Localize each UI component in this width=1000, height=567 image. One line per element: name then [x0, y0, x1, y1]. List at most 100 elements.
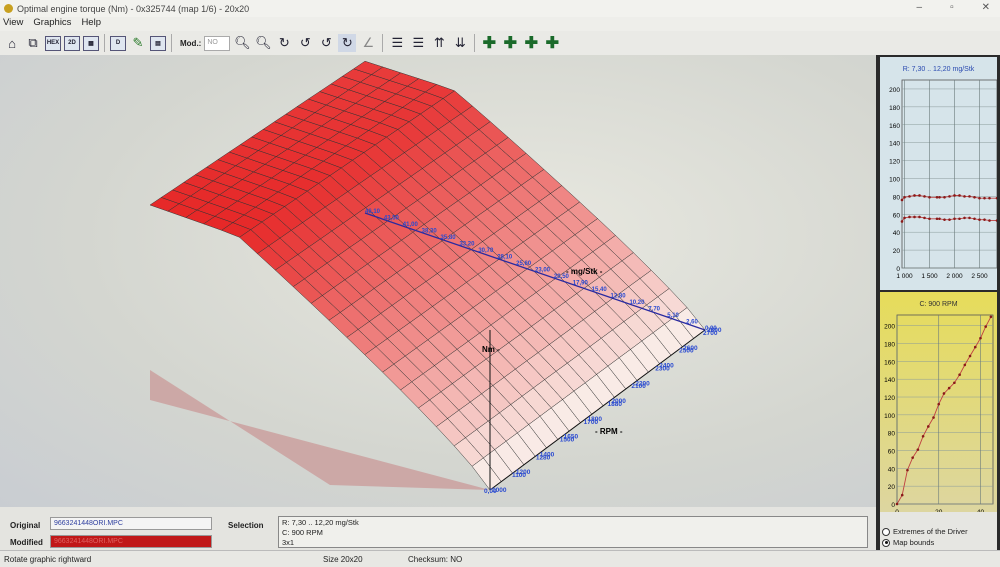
data-point [968, 354, 972, 358]
windows-icon[interactable]: ⧉ [24, 34, 42, 52]
data-point [995, 219, 999, 222]
data-point [968, 216, 971, 220]
divider [474, 34, 476, 52]
add-col-icon[interactable]: ✚ [522, 34, 540, 52]
rows-down-icon[interactable]: ☰ [409, 34, 427, 52]
3d-surface[interactable]: Nm - - mg/Stk - - RPM - 1000110012001280… [0, 55, 876, 507]
rotate-right-icon[interactable]: ↻ [338, 34, 357, 52]
radio-map-bounds[interactable]: Map bounds [882, 537, 997, 548]
y-tick-label: 140 [884, 377, 895, 384]
add-cell-icon[interactable]: ✚ [543, 34, 561, 52]
data-point [942, 392, 946, 395]
data-point [900, 198, 904, 202]
data-point [978, 196, 981, 200]
load-tick-label: 23,00 [535, 268, 551, 274]
data-point [953, 194, 956, 197]
2d-button[interactable]: 2D [64, 35, 80, 51]
radio-circle[interactable] [882, 527, 890, 536]
radio-label: Map bounds [893, 538, 935, 547]
pen-icon[interactable]: ✎ [129, 34, 147, 52]
data-point [927, 425, 930, 428]
load-tick-label: 7,70 [648, 307, 660, 313]
rpm-tick-label: 2200 [635, 380, 650, 387]
selection-label: Selection [228, 521, 264, 530]
data-point [900, 220, 904, 223]
column-chart: C: 900 RPM020406080100120140160180200020… [880, 292, 997, 516]
menu-bar: View Graphics Help [0, 17, 1000, 31]
data-point [918, 215, 921, 219]
data-point [906, 468, 909, 472]
3d-view-button[interactable]: ▦ [83, 35, 99, 51]
load-tick-label: 0,00 [705, 326, 717, 332]
data-point [963, 363, 967, 367]
menu-graphics[interactable]: Graphics [33, 17, 71, 31]
x-tick-label: 1 500 [921, 273, 938, 280]
bounds-options: Extremes of the Driver Map bounds [880, 512, 997, 550]
d-button[interactable]: D [110, 35, 126, 51]
hex-button[interactable]: HEX [45, 35, 61, 51]
minimize-button[interactable]: – [917, 2, 923, 13]
cols-up-icon[interactable]: ⇈ [430, 34, 448, 52]
add-row-icon[interactable]: ✚ [501, 34, 519, 52]
origin-label: 0,00 [484, 488, 497, 495]
data-point [958, 217, 961, 221]
data-point [903, 216, 906, 220]
radio-extremes[interactable]: Extremes of the Driver [882, 526, 997, 537]
load-tick-label: 41,00 [403, 222, 419, 228]
divider [104, 34, 105, 52]
data-point [911, 456, 914, 459]
load-axis-label: - mg/Stk - [566, 267, 603, 276]
status-checksum: Checksum: NO [408, 555, 463, 564]
y-tick-label: 160 [889, 123, 900, 130]
zoom-out-icon[interactable]: 🔍︎ [233, 34, 251, 52]
y-tick-label: 0 [896, 266, 900, 273]
original-file-field[interactable]: 9663241448ORI.MPC [50, 517, 212, 530]
torque-axis-label: Nm - [482, 345, 500, 354]
data-point [983, 196, 986, 200]
load-tick-label: 28,10 [497, 255, 513, 261]
divider [382, 34, 384, 52]
zoom-in-icon[interactable]: 🔍︎ [254, 34, 272, 52]
data-point [973, 217, 976, 221]
data-point [988, 196, 991, 200]
data-point [963, 195, 966, 198]
radio-circle[interactable] [882, 538, 890, 547]
x-tick-label: 1 000 [896, 273, 913, 280]
close-button[interactable]: ✕ [982, 2, 990, 13]
data-point [908, 215, 911, 219]
title-bar: Optimal engine torque (Nm) - 0x325744 (m… [0, 0, 1000, 17]
cols-down-icon[interactable]: ⇊ [451, 34, 469, 52]
y-tick-label: 200 [889, 87, 900, 94]
x-tick-label: 2 500 [971, 273, 988, 280]
panel-icon[interactable]: ▤ [150, 35, 166, 51]
rotate-cw-icon[interactable]: ↻ [275, 34, 293, 52]
data-point [984, 325, 987, 328]
data-point [973, 345, 977, 349]
row-chart: R: 7,30 .. 12,20 mg/Stk 0 20 40 60 80 100 120 14… [880, 57, 999, 290]
data-point [983, 218, 986, 221]
data-point [928, 195, 931, 199]
3d-map-view[interactable]: Nm - - mg/Stk - - RPM - 1000 1100 1200 1280… [0, 55, 876, 507]
load-tick-label: 30,70 [478, 248, 494, 254]
modified-file-field[interactable]: 9663241448ORI.MPC [50, 535, 212, 548]
rpm-tick-label: 2000 [611, 398, 626, 405]
status-hint: Rotate graphic rightward [4, 555, 92, 564]
plot-frame [901, 79, 998, 269]
home-icon[interactable]: ⌂ [3, 34, 21, 52]
load-tick-label: 5,10 [667, 313, 679, 319]
rotate-ccw-icon[interactable]: ↺ [296, 34, 314, 52]
divider [171, 34, 172, 52]
rpm-tick-label: 2400 [659, 363, 674, 370]
maximize-button[interactable]: ▫ [950, 2, 954, 13]
menu-help[interactable]: Help [81, 17, 101, 31]
rows-up-icon[interactable]: ☰ [388, 34, 406, 52]
menu-view[interactable]: View [3, 17, 23, 31]
load-tick-label: 33,20 [459, 242, 475, 248]
y-tick-label: 0 [891, 502, 895, 509]
rpm-tick-label: 1200 [516, 469, 531, 476]
add-cross-icon[interactable]: ✚ [480, 34, 498, 52]
axes-icon[interactable]: ∠ [359, 34, 377, 52]
selection-range: R: 7,30 .. 12,20 mg/Stk [282, 518, 359, 527]
rotate-left-icon[interactable]: ↺ [317, 34, 335, 52]
mod-field[interactable]: NO [204, 35, 231, 51]
